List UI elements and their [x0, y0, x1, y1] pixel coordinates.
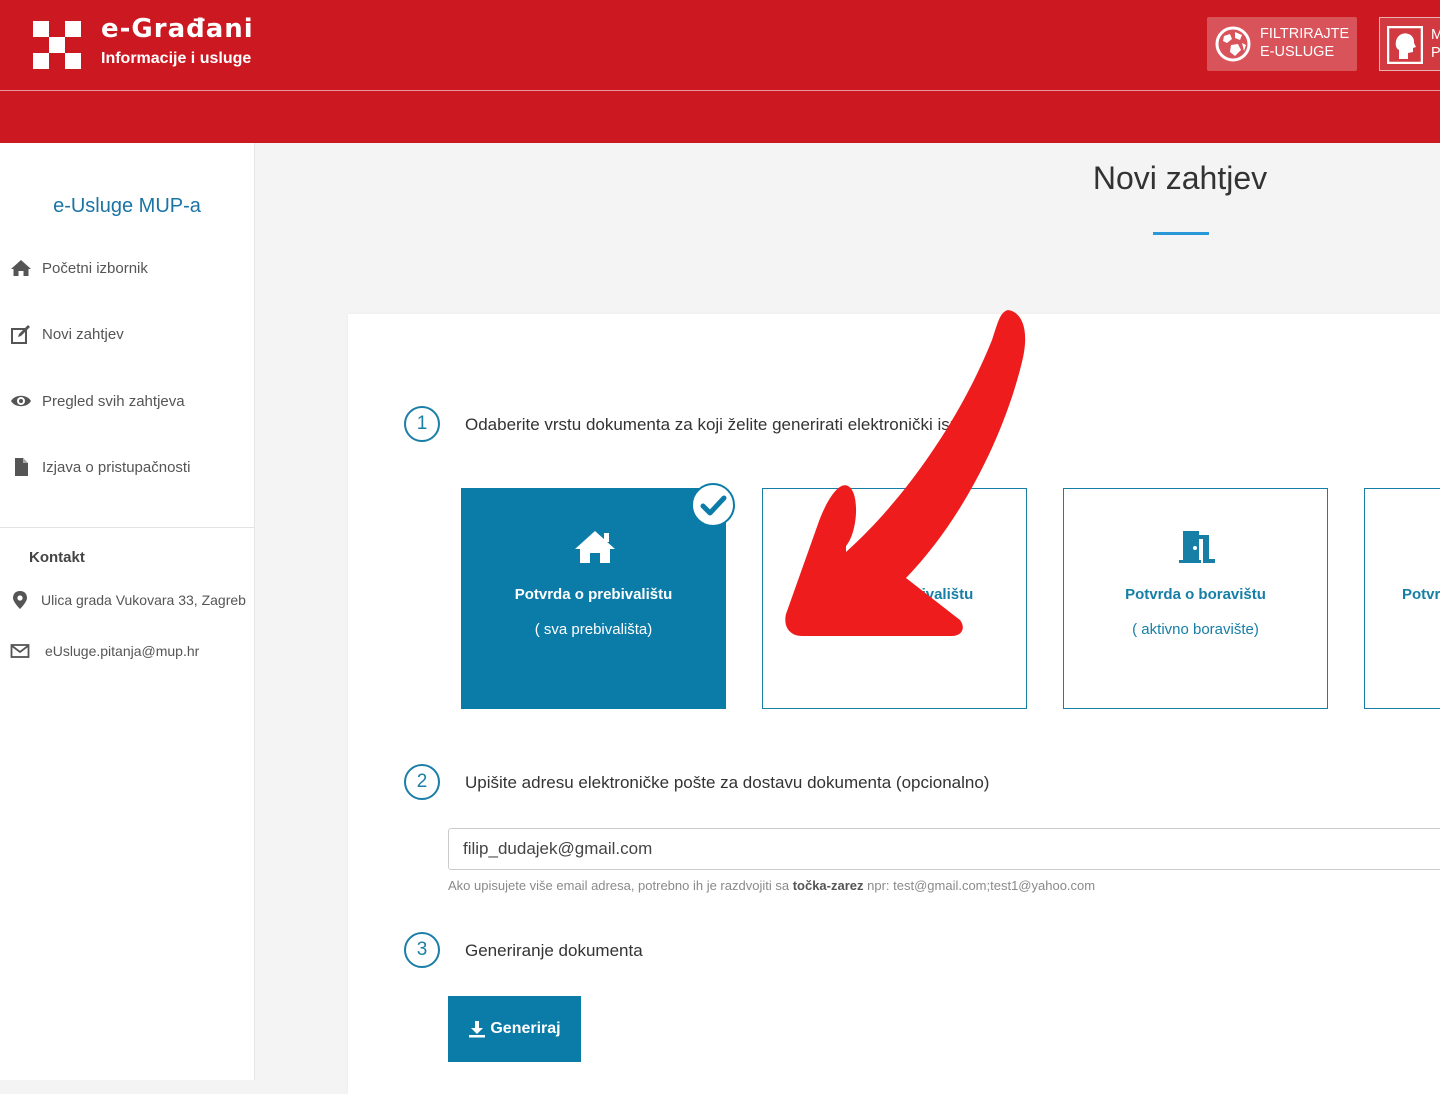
sidebar-item-all-requests[interactable]: Pregled svih zahtjeva [10, 386, 185, 416]
header-divider [0, 90, 1440, 91]
doc-tile-title: Potvrda o boravištu [1125, 586, 1266, 603]
globe-icon [1215, 26, 1251, 62]
profile-button-line2: P [1431, 45, 1440, 61]
doc-tile-residence-all[interactable]: Potvrda o prebivalištu ( sva prebivališt… [461, 488, 726, 709]
map-marker-icon [13, 591, 27, 609]
filter-button-line1: FILTRIRAJTE [1260, 26, 1350, 42]
sidebar-item-label: Pregled svih zahtjeva [42, 392, 185, 410]
step-3-text: Generiranje dokumenta [465, 941, 643, 960]
top-header: e-Građani Informacije i usluge FILTRIRAJ… [0, 0, 1440, 143]
download-icon [469, 1021, 486, 1038]
sidebar-title[interactable]: e-Usluge MUP-a [0, 195, 254, 218]
page-title: Novi zahtjev [1092, 160, 1268, 196]
email-hint-text: Ako upisujete više email adresa, potrebn… [448, 878, 793, 893]
step-1-number: 1 [404, 406, 440, 442]
filter-eservices-button[interactable]: FILTRIRAJTE E-USLUGE [1207, 17, 1357, 71]
sidebar-item-label: Početni izbornik [42, 259, 148, 277]
step-3-number: 3 [404, 932, 440, 968]
title-underline [1153, 232, 1209, 235]
doc-tile-subtitle: ( aktivno boravište) [1132, 621, 1259, 638]
step-2-number: 2 [404, 764, 440, 800]
doc-tile-partial[interactable]: Potvrda [1364, 488, 1440, 709]
home-icon [11, 260, 31, 276]
document-icon [15, 458, 28, 476]
sidebar-item-accessibility[interactable]: Izjava o pristupačnosti [10, 452, 190, 482]
email-hint-bold: točka-zarez [792, 878, 864, 893]
brand-subtitle: Informacije i usluge [101, 50, 252, 67]
doc-tile-title: Potvrda [1402, 586, 1440, 603]
doc-tile-subtitle: ( sva prebivališta) [534, 621, 653, 638]
contact-email-text[interactable]: eUsluge.pitanja@mup.hr [45, 643, 199, 659]
email-hint-example: npr: test@gmail.com;test1@yahoo.com [863, 878, 1096, 893]
sidebar: e-Usluge MUP-a Početni izbornik Novi zah… [0, 143, 255, 1080]
sidebar-item-home[interactable]: Početni izbornik [10, 253, 148, 283]
user-profile-icon [1387, 26, 1423, 64]
brand-title[interactable]: e-Građani [101, 14, 254, 44]
email-hint: Ako upisujete više email adresa, potrebn… [448, 878, 1095, 893]
house-icon [876, 531, 916, 563]
contact-address: Ulica grada Vukovara 33, Zagreb [10, 590, 246, 610]
sidebar-item-label: Novi zahtjev [42, 325, 124, 343]
eye-icon [11, 395, 31, 407]
generate-button[interactable]: Generiraj [448, 996, 581, 1062]
house-icon [575, 531, 615, 563]
sidebar-item-new-request[interactable]: Novi zahtjev [10, 319, 124, 349]
profile-button[interactable]: M P [1379, 17, 1440, 71]
selected-check-icon [691, 483, 735, 527]
doc-tile-stay[interactable]: Potvrda o boravištu ( aktivno boravište) [1063, 488, 1328, 709]
step-1-text: Odaberite vrstu dokumenta za koji želite… [465, 415, 972, 434]
sidebar-item-label: Izjava o pristupačnosti [42, 458, 191, 476]
profile-button-line1: M [1431, 27, 1440, 43]
envelope-icon [10, 644, 30, 658]
contact-email[interactable]: eUsluge.pitanja@mup.hr [10, 641, 199, 661]
edit-icon [11, 325, 30, 344]
door-icon [1179, 531, 1215, 563]
filter-button-line2: E-USLUGE [1260, 44, 1335, 60]
doc-tile-title: Potvrda o prebivalištu [815, 586, 974, 603]
doc-tile-title: Potvrda o prebivalištu [514, 586, 673, 603]
step-2-text: Upišite adresu elektroničke pošte za dos… [465, 773, 990, 792]
sidebar-separator [0, 527, 254, 528]
generate-button-label: Generiraj [490, 1020, 561, 1037]
croatian-checkerboard-logo[interactable] [33, 21, 81, 69]
email-field[interactable] [448, 828, 1440, 870]
contact-heading: Kontakt [29, 549, 85, 566]
doc-tile-residence-other[interactable]: Potvrda o prebivalištu [762, 488, 1027, 709]
contact-address-text: Ulica grada Vukovara 33, Zagreb [41, 592, 246, 608]
